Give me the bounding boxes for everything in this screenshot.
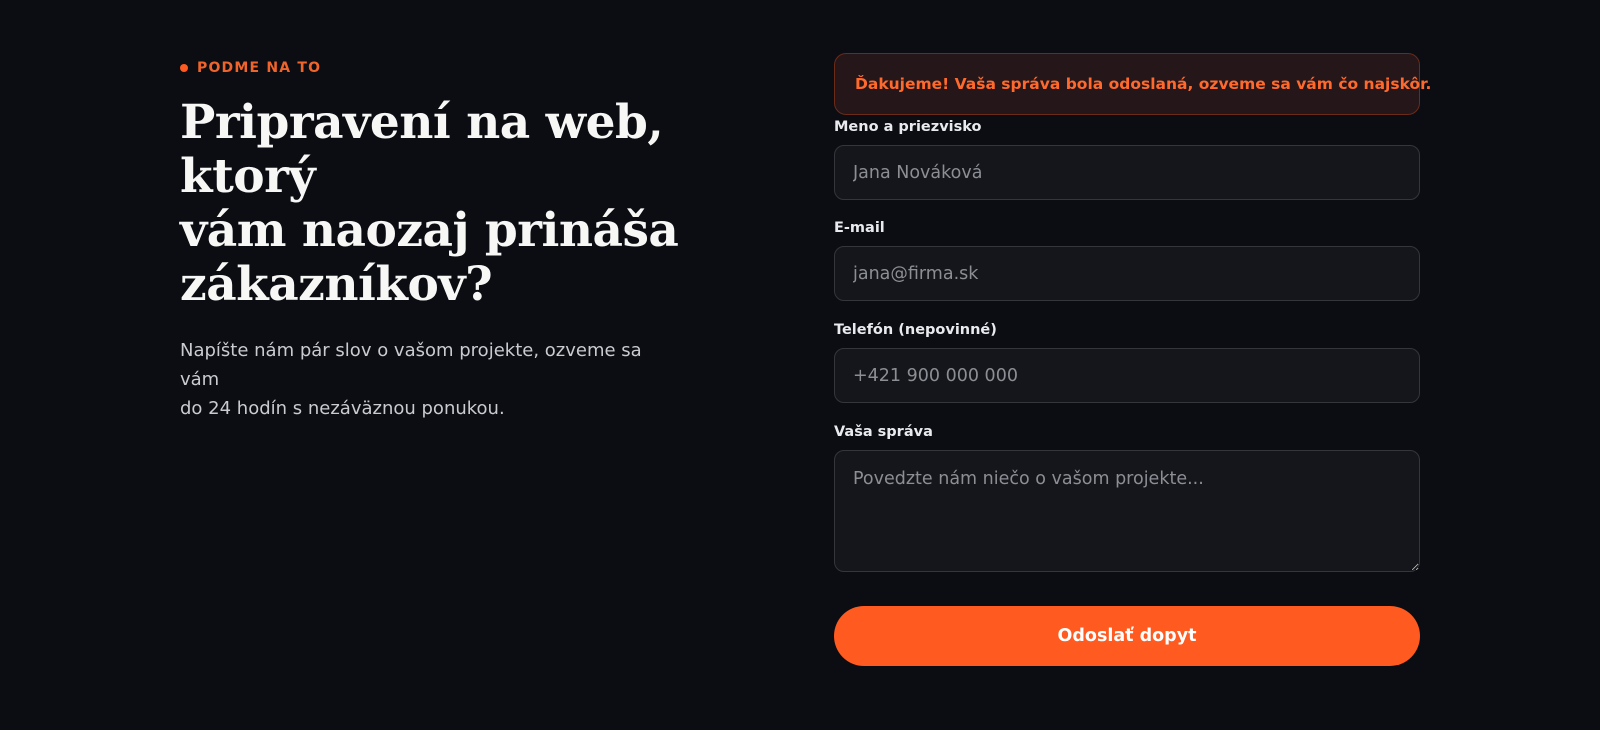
contact-section: PODME NA TO Pripravení na web, ktorý vám… (0, 0, 1600, 730)
submit-button[interactable]: Odoslať dopyt (834, 606, 1420, 666)
eyebrow-text: PODME NA TO (197, 60, 322, 76)
page-title: Pripravení na web, ktorý vám naozaj prin… (180, 96, 790, 312)
message-label: Vaša správa (834, 424, 933, 440)
name-field[interactable] (834, 145, 1420, 200)
contact-form: Ďakujeme! Vaša správa bola odoslaná, ozv… (834, 53, 1431, 666)
email-field[interactable] (834, 246, 1420, 301)
email-label: E-mail (834, 220, 885, 236)
message-field[interactable] (834, 450, 1420, 572)
lead-line: Napíšte nám pár slov o vašom projekte, o… (180, 340, 642, 390)
intro-column: PODME NA TO Pripravení na web, ktorý vám… (180, 56, 800, 423)
phone-label: Telefón (nepovinné) (834, 322, 997, 338)
lead-line: do 24 hodín s nezáväznou ponukou. (180, 398, 505, 419)
headline-line: zákazníkov? (180, 257, 493, 312)
lead-paragraph: Napíšte nám pár slov o vašom projekte, o… (180, 336, 680, 423)
success-alert: Ďakujeme! Vaša správa bola odoslaná, ozv… (834, 53, 1431, 115)
name-label: Meno a priezvisko (834, 119, 982, 135)
headline-line: vám naozaj prináša (180, 203, 679, 258)
eyebrow: PODME NA TO (180, 56, 800, 80)
orange-dot-icon (180, 64, 188, 72)
headline-line: Pripravení na web, ktorý (180, 95, 664, 204)
phone-field[interactable] (834, 348, 1420, 403)
